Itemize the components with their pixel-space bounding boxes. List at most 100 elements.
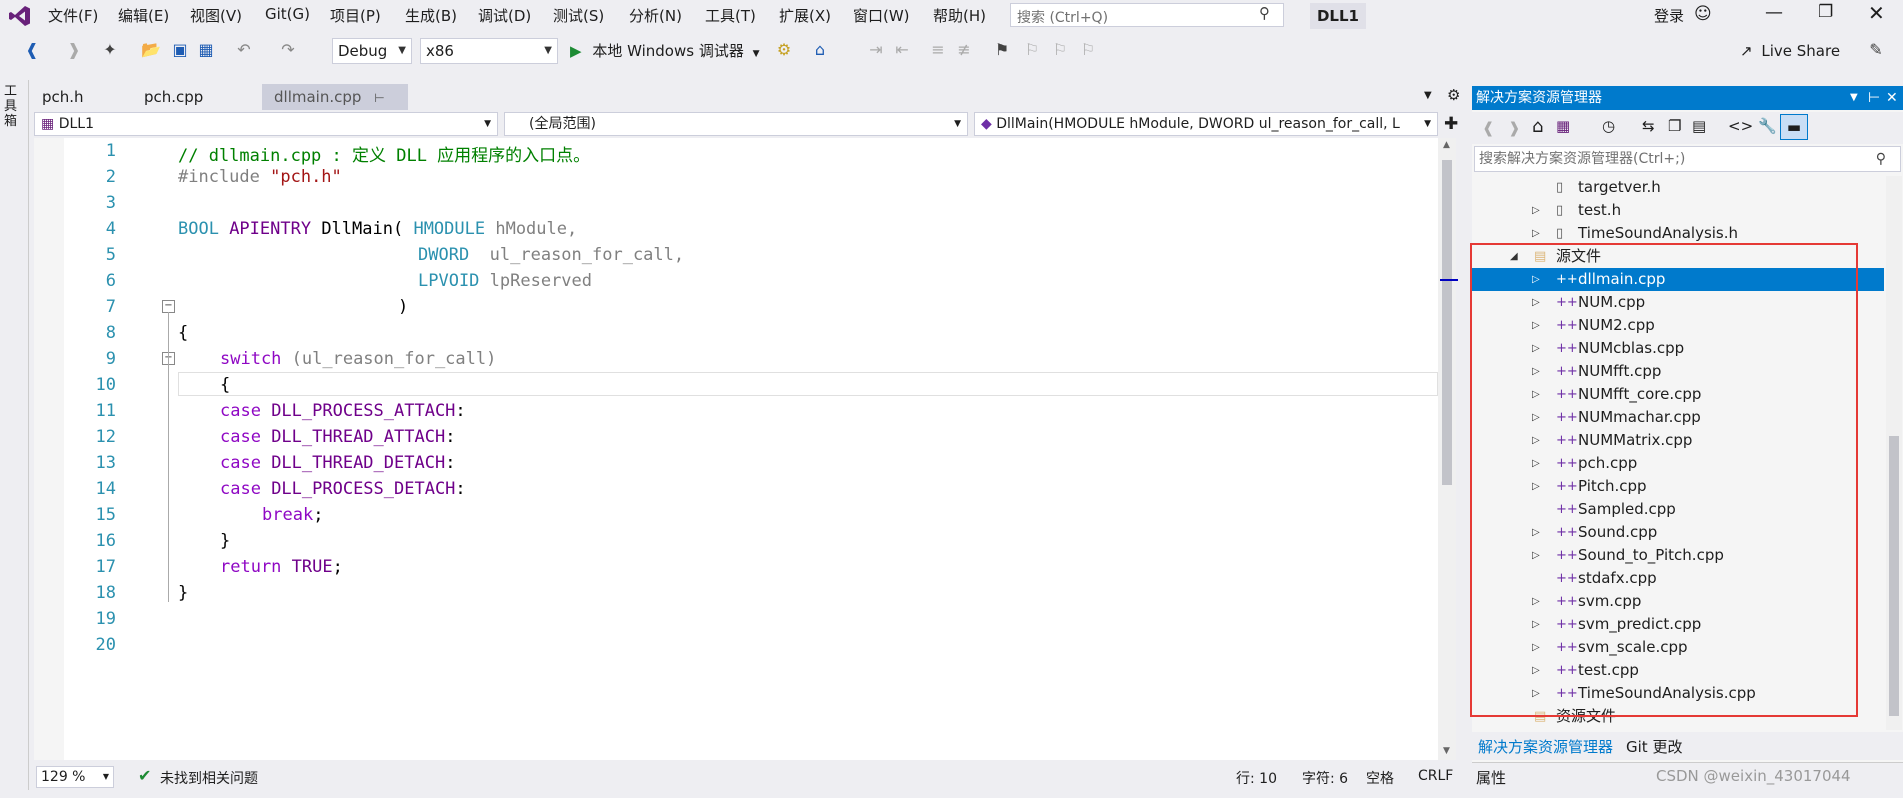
- active-toggle-icon[interactable]: ▬: [1780, 114, 1808, 140]
- account-icon[interactable]: ☺: [1694, 4, 1712, 24]
- scroll-down-icon[interactable]: ▼: [1443, 746, 1450, 756]
- feedback-icon[interactable]: ✎: [1866, 40, 1886, 60]
- menu-build[interactable]: 生成(B): [405, 5, 457, 26]
- tab-overflow-icon[interactable]: ▼: [1424, 90, 1432, 101]
- header-file-icon: ▯: [1556, 203, 1564, 218]
- menu-file[interactable]: 文件(F): [48, 5, 98, 26]
- menu-git[interactable]: Git(G): [265, 5, 310, 23]
- save-all-icon[interactable]: ▦: [196, 40, 216, 60]
- punct-token: ;: [313, 505, 324, 525]
- eol-indicator[interactable]: CRLF: [1418, 768, 1453, 784]
- whitespace-indicator[interactable]: 空格: [1366, 768, 1394, 788]
- switch-view-icon[interactable]: ▦: [1556, 117, 1570, 135]
- bookmark-next-icon[interactable]: ⚐: [1050, 40, 1070, 60]
- live-share-button[interactable]: ↗ Live Share: [1740, 42, 1840, 60]
- back-icon[interactable]: ❰: [1482, 119, 1495, 137]
- show-all-files-icon[interactable]: ▤: [1692, 117, 1706, 135]
- sync-icon[interactable]: ⇆: [1642, 117, 1655, 135]
- expand-right-icon[interactable]: ▷: [1532, 199, 1540, 222]
- tab-solution-explorer[interactable]: 解决方案资源管理器: [1478, 736, 1613, 757]
- tab-dllmain-cpp[interactable]: dllmain.cpp ⊢ ✕: [262, 84, 408, 133]
- bookmark-prev-icon[interactable]: ⚐: [1022, 40, 1042, 60]
- properties-icon[interactable]: 🔧: [1758, 117, 1777, 135]
- start-debug-button[interactable]: ▶ 本地 Windows 调试器 ▼: [570, 40, 760, 62]
- project-select[interactable]: ▦ DLL1 ▼: [34, 112, 498, 136]
- back-icon[interactable]: ❰: [22, 40, 42, 60]
- tab-git-changes[interactable]: Git 更改: [1626, 736, 1682, 757]
- redo-icon[interactable]: ↷: [278, 40, 298, 60]
- forward-icon[interactable]: ❱: [64, 40, 84, 60]
- close-icon[interactable]: ✕: [1868, 1, 1885, 25]
- menu-tools[interactable]: 工具(T): [705, 5, 756, 26]
- expand-right-icon[interactable]: ▷: [1532, 222, 1540, 245]
- tree-file[interactable]: ▯ targetver.h: [1472, 176, 1884, 199]
- line-number: 1: [105, 141, 116, 161]
- close-icon[interactable]: ✕: [1886, 86, 1898, 110]
- char-indicator[interactable]: 字符: 6: [1302, 768, 1348, 788]
- comment-icon[interactable]: ≡: [928, 40, 948, 60]
- config-select[interactable]: Debug ▼: [332, 38, 412, 64]
- pending-changes-icon[interactable]: ◷: [1602, 117, 1615, 135]
- bookmark-icon[interactable]: ⚑: [992, 40, 1012, 60]
- code-line-5: DWORD ul_reason_for_call,: [418, 245, 684, 265]
- tab-dllmain-label: dllmain.cpp: [274, 88, 362, 106]
- menu-help[interactable]: 帮助(H): [933, 5, 986, 26]
- save-icon[interactable]: ▣: [170, 40, 190, 60]
- menu-view[interactable]: 视图(V): [190, 5, 242, 26]
- line-indicator[interactable]: 行: 10: [1236, 768, 1277, 788]
- menu-analyze[interactable]: 分析(N): [629, 5, 682, 26]
- bookmark-clear-icon[interactable]: ⚐: [1078, 40, 1098, 60]
- login-link[interactable]: 登录: [1654, 5, 1684, 26]
- editor-settings-icon[interactable]: ⚙: [1447, 86, 1460, 104]
- tab-pch-h[interactable]: pch.h: [30, 84, 96, 110]
- menu-window[interactable]: 窗口(W): [853, 5, 910, 26]
- process-icon[interactable]: ⚙: [774, 40, 794, 60]
- member-select[interactable]: ◆ DllMain(HMODULE hModule, DWORD ul_reas…: [974, 112, 1438, 136]
- toolbox-tab[interactable]: 工具箱: [4, 84, 20, 129]
- line-number: 15: [95, 505, 116, 525]
- se-scrollbar[interactable]: [1886, 176, 1902, 730]
- menu-debug[interactable]: 调试(D): [478, 5, 531, 26]
- platform-select[interactable]: x86 ▼: [420, 38, 558, 64]
- menu-extensions[interactable]: 扩展(X): [779, 5, 831, 26]
- issues-status[interactable]: 未找到相关问题: [160, 768, 258, 788]
- search-input[interactable]: 搜索 (Ctrl+Q) ⚲: [1010, 3, 1284, 27]
- macro-token: APIENTRY: [218, 219, 322, 239]
- menu-edit[interactable]: 编辑(E): [118, 5, 169, 26]
- restore-icon[interactable]: ❐: [1818, 2, 1833, 22]
- menu-project[interactable]: 项目(P): [330, 5, 381, 26]
- home-icon[interactable]: ⌂: [1532, 116, 1543, 137]
- open-folder-icon[interactable]: 📂: [141, 40, 161, 60]
- zoom-value: 129 %: [41, 769, 86, 785]
- type-token: DWORD: [418, 245, 470, 265]
- zoom-select[interactable]: 129 % ▼: [36, 766, 114, 788]
- include-directive: #include: [178, 167, 271, 187]
- tree-file[interactable]: ▷ ▯ test.h: [1472, 199, 1884, 222]
- pin-icon[interactable]: ⊢: [1868, 86, 1880, 110]
- scope-select[interactable]: (全局范围) ▼: [504, 112, 968, 136]
- code-line-4: BOOL APIENTRY DllMain( HMODULE hModule,: [178, 219, 577, 239]
- step-over-icon[interactable]: ⇤: [892, 40, 912, 60]
- scrollbar-thumb[interactable]: [1889, 436, 1899, 716]
- preview-icon[interactable]: <>: [1728, 117, 1753, 135]
- browser-icon[interactable]: ⌂: [810, 40, 830, 60]
- keyword-token: break: [262, 505, 314, 525]
- collapse-all-icon[interactable]: ❐: [1668, 117, 1681, 135]
- forward-icon[interactable]: ❱: [1508, 119, 1521, 137]
- pin-icon[interactable]: ⊢: [374, 91, 384, 105]
- chevron-down-icon[interactable]: ▼: [1850, 86, 1858, 110]
- minimize-icon[interactable]: —: [1765, 2, 1783, 23]
- step-icon[interactable]: ⇥: [866, 40, 886, 60]
- undo-icon[interactable]: ↶: [234, 40, 254, 60]
- tree-file[interactable]: ▷ ▯ TimeSoundAnalysis.h: [1472, 222, 1884, 245]
- menu-test[interactable]: 测试(S): [553, 5, 604, 26]
- uncomment-icon[interactable]: ≢: [954, 40, 974, 60]
- solution-search-input[interactable]: 搜索解决方案资源管理器(Ctrl+;) ⚲: [1474, 146, 1901, 172]
- new-item-icon[interactable]: ✦: [100, 40, 120, 60]
- split-editor-icon[interactable]: ✚: [1444, 114, 1458, 134]
- check-circle-icon: ✔: [138, 766, 152, 785]
- properties-title[interactable]: 属性: [1476, 767, 1506, 788]
- scroll-up-icon[interactable]: ▲: [1443, 140, 1450, 150]
- tab-pch-cpp[interactable]: pch.cpp: [132, 84, 215, 110]
- scrollbar-thumb[interactable]: [1442, 160, 1452, 485]
